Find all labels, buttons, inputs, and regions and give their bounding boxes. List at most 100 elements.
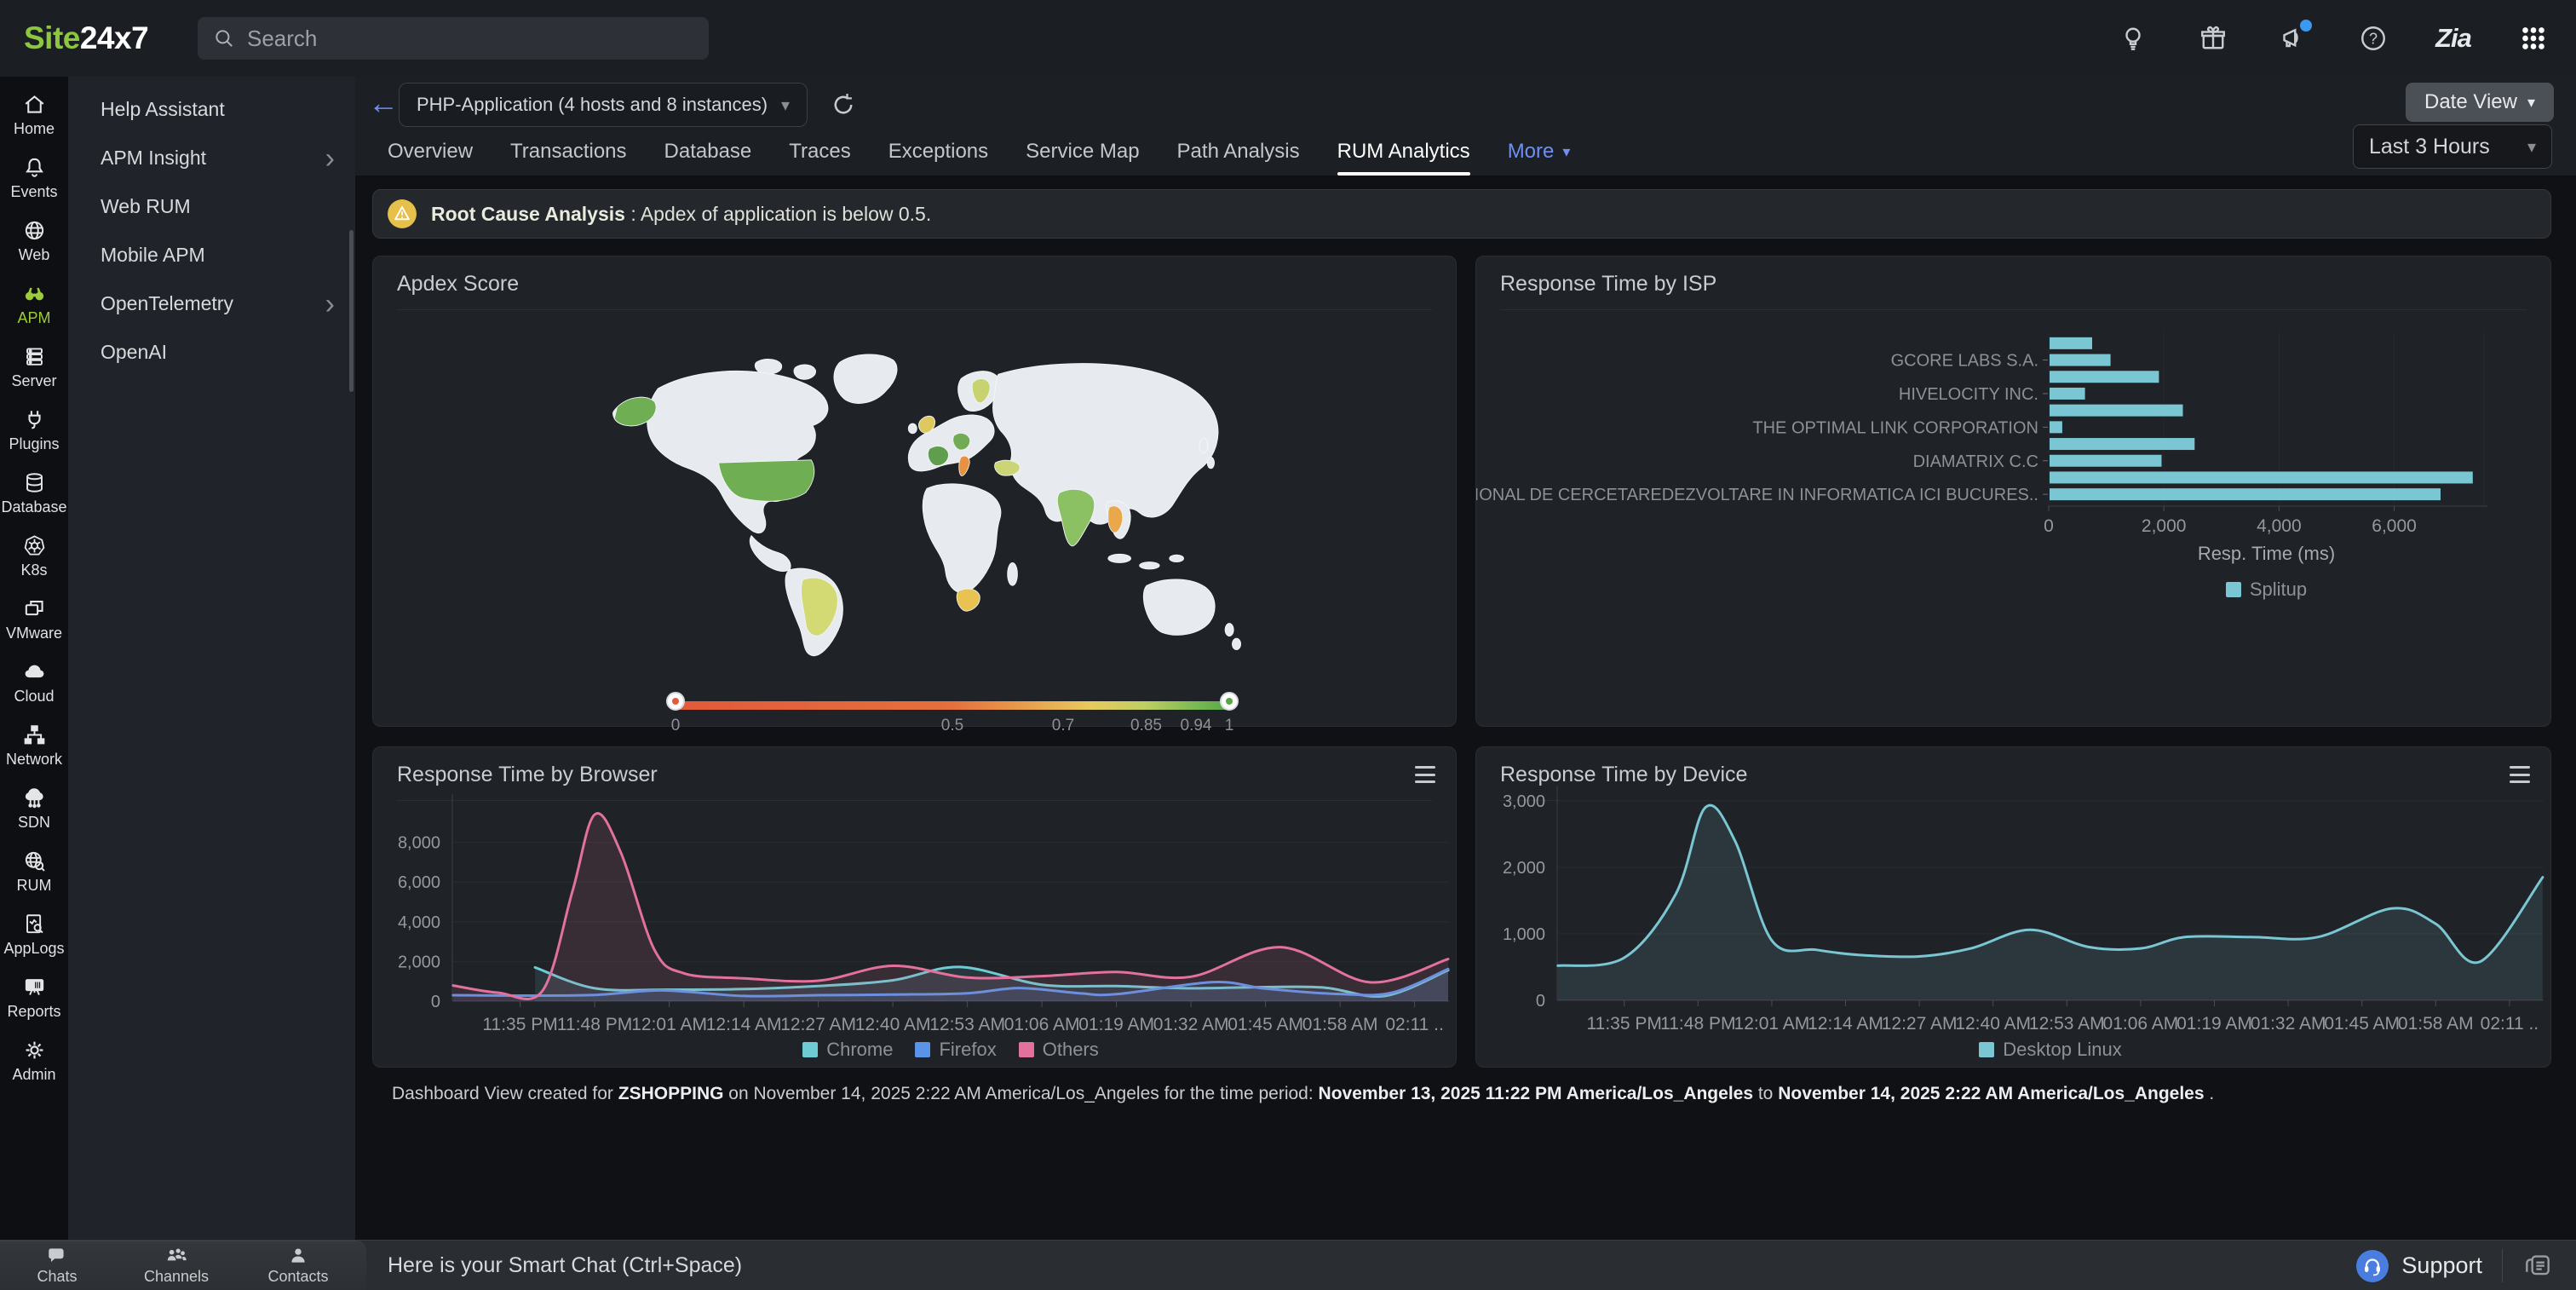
sidebar-item-sdn[interactable]: SDN: [0, 777, 68, 840]
svg-text:01:19 AM: 01:19 AM: [1078, 1015, 1154, 1034]
date-view-button[interactable]: Date View ▾: [2406, 83, 2554, 122]
subnav-item-mobile-apm[interactable]: Mobile APM: [68, 231, 355, 279]
sidebar-item-home[interactable]: Home: [0, 84, 68, 147]
device-line-chart[interactable]: 1,0002,0003,000011:35 PM11:48 PM12:01 AM…: [1476, 747, 2552, 1068]
feedback-copy-icon[interactable]: [2521, 1248, 2554, 1285]
tab-overview[interactable]: Overview: [388, 128, 473, 176]
bell-icon: [22, 155, 47, 180]
notification-dot: [2300, 20, 2312, 32]
subnav-scrollbar[interactable]: [349, 230, 354, 392]
slider-handle-max[interactable]: [1220, 692, 1239, 711]
subnav-item-apm-insight[interactable]: APM Insight›: [68, 134, 355, 182]
topbar: Site24x7 ? Zia: [0, 0, 2576, 77]
svg-text:6,000: 6,000: [398, 873, 440, 892]
subnav-item-web-rum[interactable]: Web RUM: [68, 182, 355, 231]
contacts-button[interactable]: Contacts: [251, 1245, 345, 1286]
chevron-right-icon: ›: [325, 296, 335, 313]
legend-swatch: [802, 1042, 818, 1057]
apdex-slider-track[interactable]: [676, 701, 1229, 710]
svg-text:12:40 AM: 12:40 AM: [855, 1015, 931, 1034]
legend-item-firefox[interactable]: Firefox: [915, 1039, 996, 1061]
svg-text:12:14 AM: 12:14 AM: [1808, 1014, 1883, 1034]
tab-path-analysis[interactable]: Path Analysis: [1177, 128, 1300, 176]
tab-rum-analytics[interactable]: RUM Analytics: [1337, 128, 1470, 176]
sidebar-item-apm[interactable]: APM: [0, 273, 68, 336]
svg-text:11:48 PM: 11:48 PM: [1660, 1014, 1735, 1034]
tab-database[interactable]: Database: [664, 128, 752, 176]
site24x7-logo[interactable]: Site24x7: [24, 20, 148, 56]
sidebar-item-events[interactable]: Events: [0, 147, 68, 210]
legend-item-chrome[interactable]: Chrome: [802, 1039, 893, 1061]
svg-text:1,000: 1,000: [1503, 925, 1545, 944]
sidebar-item-network[interactable]: Network: [0, 714, 68, 777]
search-input[interactable]: [247, 26, 673, 52]
channels-button[interactable]: Channels: [129, 1245, 223, 1286]
smart-chat-prompt[interactable]: Here is your Smart Chat (Ctrl+Space): [388, 1241, 742, 1290]
back-button[interactable]: ←: [368, 85, 399, 121]
sidebar-item-reports[interactable]: Reports: [0, 966, 68, 1029]
svg-text:02:11 ..: 02:11 ..: [2481, 1014, 2539, 1034]
legend-item-others[interactable]: Others: [1019, 1039, 1099, 1061]
kubernetes-icon: [22, 533, 47, 558]
svg-text:?: ?: [2369, 30, 2378, 47]
subnav-item-help-assistant[interactable]: Help Assistant: [68, 85, 355, 134]
svg-text:01:06 AM: 01:06 AM: [2103, 1014, 2179, 1034]
tab-transactions[interactable]: Transactions: [510, 128, 627, 176]
svg-text:01:58 AM: 01:58 AM: [1302, 1015, 1378, 1034]
chats-button[interactable]: Chats: [10, 1245, 104, 1286]
world-map[interactable]: [543, 323, 1293, 665]
time-range-selector[interactable]: Last 3 Hours ▾: [2353, 124, 2552, 169]
divider: [2502, 1249, 2503, 1282]
svg-text:0: 0: [1536, 992, 1545, 1011]
sidebar-item-database[interactable]: Database: [0, 462, 68, 525]
sidebar-item-k8s[interactable]: K8s: [0, 525, 68, 588]
binoculars-icon: [22, 281, 47, 306]
sidebar-item-admin[interactable]: Admin: [0, 1029, 68, 1092]
svg-text:6,000: 6,000: [2372, 516, 2417, 536]
svg-text:01:45 AM: 01:45 AM: [2324, 1014, 2400, 1034]
tab-exceptions[interactable]: Exceptions: [888, 128, 988, 176]
tab-more[interactable]: More▾: [1508, 128, 1571, 176]
sidebar-item-rum[interactable]: RUM: [0, 840, 68, 903]
svg-text:3,000: 3,000: [1503, 792, 1545, 811]
megaphone-icon[interactable]: [2266, 11, 2320, 66]
help-icon[interactable]: ?: [2346, 11, 2401, 66]
zia-logo[interactable]: Zia: [2426, 11, 2481, 66]
svg-text:01:19 AM: 01:19 AM: [2176, 1014, 2252, 1034]
sidebar-item-plugins[interactable]: Plugins: [0, 399, 68, 462]
sidebar-item-vmware[interactable]: VMware: [0, 588, 68, 651]
legend-item-splitup[interactable]: Splitup: [2226, 579, 2307, 601]
apps-grid-icon[interactable]: [2506, 11, 2561, 66]
svg-text:2,000: 2,000: [2142, 516, 2187, 536]
plug-icon: [22, 407, 47, 432]
svg-text:02:11 ..: 02:11 ..: [1385, 1015, 1444, 1034]
panel-title: Apdex Score: [397, 272, 519, 297]
legend-swatch: [2226, 582, 2241, 597]
support-button[interactable]: Support: [2355, 1241, 2482, 1290]
sidebar-item-applogs[interactable]: AppLogs: [0, 903, 68, 966]
slider-handle-min[interactable]: [666, 692, 685, 711]
gift-icon[interactable]: [2186, 11, 2240, 66]
sidebar-item-web[interactable]: Web: [0, 210, 68, 273]
svg-text:4,000: 4,000: [2257, 516, 2302, 536]
sidebar-item-server[interactable]: Server: [0, 336, 68, 399]
tab-service-map[interactable]: Service Map: [1026, 128, 1139, 176]
sidebar-item-cloud[interactable]: Cloud: [0, 651, 68, 714]
svg-text:01:58 AM: 01:58 AM: [2398, 1014, 2474, 1034]
applogs-icon: [22, 912, 47, 936]
svg-text:01:32 AM: 01:32 AM: [1153, 1015, 1229, 1034]
tab-traces[interactable]: Traces: [789, 128, 850, 176]
application-selector[interactable]: PHP-Application (4 hosts and 8 instances…: [399, 83, 808, 127]
root-cause-alert[interactable]: Root Cause Analysis : Apdex of applicati…: [372, 189, 2551, 239]
legend-item-desktop-linux[interactable]: Desktop Linux: [1979, 1039, 2121, 1061]
browser-line-chart[interactable]: 2,0004,0006,0008,000011:35 PM11:48 PM12:…: [373, 747, 1458, 1068]
database-icon: [22, 470, 47, 495]
svg-text:01:45 AM: 01:45 AM: [1228, 1015, 1303, 1034]
subnav-item-openai[interactable]: OpenAI: [68, 328, 355, 377]
bulb-icon[interactable]: [2106, 11, 2160, 66]
refresh-button[interactable]: [824, 85, 863, 124]
svg-text:12:40 AM: 12:40 AM: [1955, 1014, 2031, 1034]
global-search[interactable]: [198, 17, 709, 60]
isp-bar-chart[interactable]: 02,0004,0006,000GCORE LABS S.A.HIVELOCIT…: [1476, 256, 2552, 728]
subnav-item-opentelemetry[interactable]: OpenTelemetry›: [68, 279, 355, 328]
